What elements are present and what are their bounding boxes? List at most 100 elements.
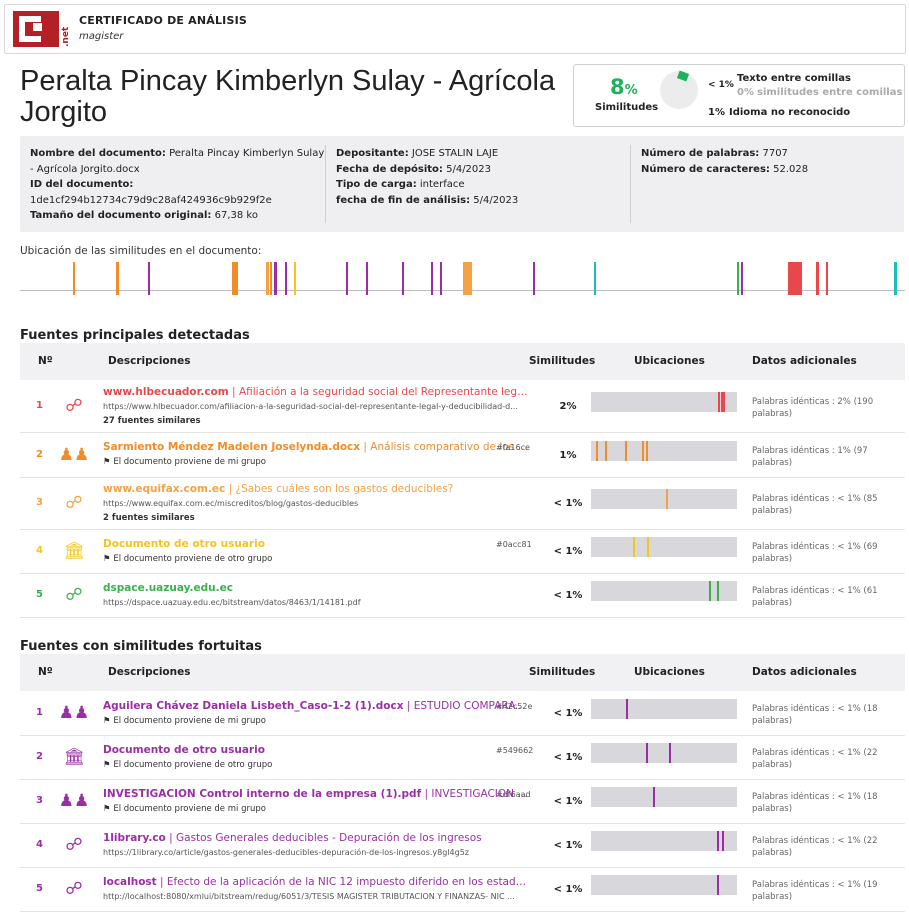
similarity-mark — [266, 262, 269, 295]
similarity-mark — [788, 262, 802, 295]
source-extra-data: Palabras idénticas : < 1% (22 palabras) — [752, 748, 878, 770]
source-location-bar — [591, 743, 737, 763]
quoted-sim-percent: 0% — [737, 87, 754, 98]
source-similarity: 2% — [559, 401, 577, 412]
source-row[interactable]: 5 ☍ localhost | Efecto de la aplicación de… — [20, 867, 905, 912]
source-row[interactable]: 3 ☍ www.equifax.com.ec | ¿Sabes cuáles son… — [20, 477, 905, 530]
source-location-bar — [591, 787, 737, 807]
source-location-bar — [591, 489, 737, 509]
source-extra-data: Palabras idénticas : < 1% (18 palabras) — [752, 704, 878, 726]
source-similarity: < 1% — [553, 752, 583, 763]
source-row[interactable]: 3 ♟♟ INVESTIGACION Control interno de la e… — [20, 779, 905, 824]
document-title: Peralta Pincay Kimberlyn Sulay - Agrícol… — [20, 65, 556, 128]
source-location-bar — [591, 392, 737, 412]
source-subtext: ⚑ El documento proviene de otro grupo — [103, 554, 273, 564]
source-title[interactable]: Documento de otro usuario — [103, 744, 528, 756]
source-similarity: < 1% — [553, 884, 583, 895]
source-location-bar — [591, 699, 737, 719]
source-row[interactable]: 1 ♟♟ Aguilera Chávez Daniela Lisbeth_Caso-… — [20, 691, 905, 736]
similarity-mark — [594, 262, 596, 295]
similarity-mark — [440, 262, 442, 295]
similarity-mark — [533, 262, 535, 295]
source-number: 3 — [36, 795, 43, 806]
unrecognized-percent: 1% — [708, 107, 725, 118]
web-icon: ☍ — [65, 835, 83, 855]
source-row[interactable]: 2 🏛 Documento de otro usuario #549662 ⚑ El d… — [20, 735, 905, 780]
source-title[interactable]: INVESTIGACION Control interno de la empr… — [103, 788, 528, 800]
source-subtext: 27 fuentes similares — [103, 416, 201, 426]
source-subtext: ⚑ El documento proviene de mi grupo — [103, 716, 266, 726]
source-similarity: < 1% — [553, 796, 583, 807]
similarity-mark — [148, 262, 150, 295]
source-title[interactable]: 1library.co | Gastos Generales deducible… — [103, 832, 528, 844]
source-title[interactable]: localhost | Efecto de la aplicación de l… — [103, 876, 528, 888]
source-title[interactable]: Documento de otro usuario — [103, 538, 528, 550]
source-row[interactable]: 1 ☍ www.hlbecuador.com | Afiliación a la s… — [20, 380, 905, 433]
source-similarity: 1% — [559, 449, 577, 461]
source-url[interactable]: https://www.hlbecuador.com/afiliacion-a-… — [103, 402, 528, 411]
source-location-bar — [591, 581, 737, 601]
similarity-mark — [294, 262, 296, 295]
compilatio-logo — [13, 11, 59, 47]
similarity-mark — [894, 262, 897, 295]
source-url[interactable]: http://localhost:8080/xmlui/bitstream/re… — [103, 892, 528, 901]
certificate-title: CERTIFICADO DE ANÁLISIS — [79, 14, 248, 27]
source-number: 4 — [36, 839, 43, 850]
source-extra-data: Palabras idénticas : < 1% (18 palabras) — [752, 792, 878, 814]
source-title[interactable]: Aguilera Chávez Daniela Lisbeth_Caso-1-2… — [103, 700, 528, 712]
source-tag: #549662 — [496, 746, 534, 755]
similarity-mark — [274, 262, 277, 295]
similarity-percent: 8% — [610, 75, 638, 99]
source-url[interactable]: https://1library.co/article/gastos-gener… — [103, 848, 528, 857]
source-title[interactable]: dspace.uazuay.edu.ec — [103, 582, 528, 594]
similarity-mark — [73, 262, 75, 295]
source-subtext: ⚑ El documento proviene de mi grupo — [103, 804, 266, 814]
source-url[interactable]: https://dspace.uazuay.edu.ec/bitstream/d… — [103, 598, 528, 607]
source-url[interactable]: https://www.equifax.com.ec/miscreditos/b… — [103, 499, 528, 508]
source-row[interactable]: 4 ☍ 1library.co | Gastos Generales deducib… — [20, 823, 905, 868]
quoted-label: Texto entre comillas — [737, 73, 851, 84]
similarity-mark — [826, 262, 828, 295]
source-extra-data: Palabras idénticas : < 1% (61 palabras) — [752, 586, 878, 608]
header-subtitle: magister — [79, 31, 124, 42]
unrecognized-label: Idioma no reconocido — [729, 107, 851, 118]
similarity-mark — [737, 262, 739, 295]
web-icon: ☍ — [65, 396, 83, 416]
source-row[interactable]: 5 ☍ dspace.uazuay.edu.ec https://dspace.uaz… — [20, 573, 905, 618]
source-row[interactable]: 2 ♟♟ Sarmiento Méndez Madelen Joselynda.do… — [20, 432, 905, 478]
source-title[interactable]: Sarmiento Méndez Madelen Joselynda.docx … — [103, 441, 528, 453]
source-extra-data: Palabras idénticas : < 1% (22 palabras) — [752, 836, 878, 858]
source-similarity: < 1% — [553, 498, 583, 509]
source-extra-data: Palabras idénticas : < 1% (85 palabras) — [752, 494, 878, 516]
incidental-sources-title: Fuentes con similitudes fortuitas — [20, 639, 262, 654]
similarity-donut — [660, 70, 698, 109]
similarity-mark — [402, 262, 404, 295]
source-subtext: ⚑ El documento proviene de otro grupo — [103, 760, 273, 770]
source-subtext: 2 fuentes similares — [103, 513, 195, 523]
source-similarity: < 1% — [553, 840, 583, 851]
source-row[interactable]: 4 🏛 Documento de otro usuario #0acc81 ⚑ El d… — [20, 529, 905, 574]
source-similarity: < 1% — [553, 708, 583, 719]
source-title[interactable]: www.equifax.com.ec | ¿Sabes cuáles son l… — [103, 483, 528, 495]
source-number: 3 — [36, 497, 43, 508]
info-col-2: Depositante: JOSE STALIN LAJE Fecha de d… — [336, 148, 519, 206]
source-number: 4 — [36, 545, 43, 556]
incidental-sources-header: Nº Descripciones Similitudes Ubicaciones… — [20, 654, 905, 691]
source-tag: #fa16ce — [496, 443, 530, 452]
source-tag: #0acc81 — [496, 540, 532, 549]
similarity-label: Similitudes — [595, 102, 659, 113]
source-extra-data: Palabras idénticas : < 1% (69 palabras) — [752, 542, 878, 564]
source-extra-data: Palabras idénticas : 1% (97 palabras) — [752, 445, 868, 468]
source-number: 5 — [36, 589, 43, 600]
source-title[interactable]: www.hlbecuador.com | Afiliación a la seg… — [103, 386, 528, 398]
source-location-bar — [591, 875, 737, 895]
source-number: 5 — [36, 883, 43, 894]
similarity-mark — [232, 262, 238, 295]
similarity-mark — [463, 262, 472, 295]
web-icon: ☍ — [65, 879, 83, 899]
group-icon: ♟♟ — [58, 703, 90, 723]
similarity-mark — [270, 262, 272, 295]
similarity-mark — [116, 262, 119, 295]
group-icon: ♟♟ — [58, 791, 90, 811]
source-number: 1 — [36, 707, 43, 718]
